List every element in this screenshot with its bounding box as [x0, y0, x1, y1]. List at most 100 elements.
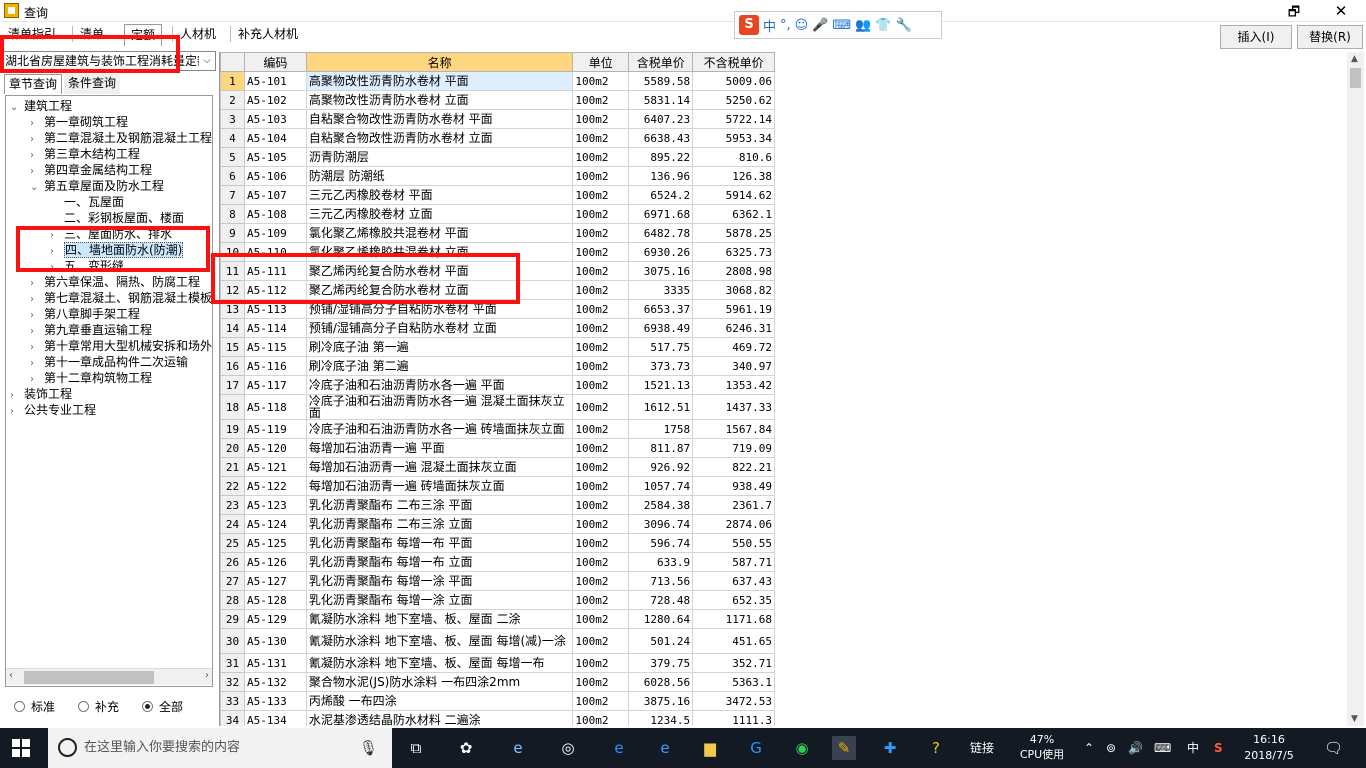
network-icon[interactable]: ⊚ [1106, 728, 1116, 768]
column-header-tax-price[interactable]: 含税单价 [628, 52, 694, 72]
tree-node[interactable]: ⌄ 第五章屋面及防水工程 [30, 178, 164, 194]
replace-button[interactable]: 替换(R) [1297, 25, 1363, 49]
tree-node[interactable]: ›第七章混凝土、钢筋混凝土模板及支架 [30, 290, 212, 306]
expand-icon[interactable]: › [10, 404, 24, 420]
chapter-tree[interactable]: ⌄ 建筑工程 › 第一章砌筑工程 › 第二章混凝土及钢筋混凝土工程 › 第三章木结构工程… [5, 95, 213, 687]
notification-icon[interactable]: 🗨 [1324, 728, 1343, 768]
cpu-meter[interactable]: 47% CPU使用 [1014, 732, 1070, 762]
swirl-app-icon[interactable]: ◎ [556, 736, 580, 760]
task-view-icon[interactable]: ⧉ [404, 736, 428, 760]
microphone-icon[interactable]: 🎙 [359, 728, 378, 768]
ime-mode[interactable]: 中 [763, 16, 776, 35]
tree-node[interactable]: › 第十二章构筑物工程 [30, 370, 152, 386]
tree-node[interactable]: › 第十一章成品构件二次运输 [30, 354, 188, 370]
table-row[interactable]: 6 A5-106 防潮层 防潮纸 100m2 136.96 126.38 [220, 166, 775, 186]
table-row[interactable]: 29 A5-129 氰凝防水涂料 地下室墙、板、屋面 二涂 100m2 1280.64 1… [220, 609, 775, 629]
emoji-icon[interactable]: ☺ [795, 18, 809, 33]
help-app-icon[interactable]: ? [924, 736, 948, 760]
table-row[interactable]: 8 A5-108 三元乙丙橡胶卷材 立面 100m2 6971.68 6362.1 [220, 204, 775, 224]
ie-browser-icon[interactable]: e [506, 736, 530, 760]
table-row[interactable]: 21 A5-121 每增加石油沥青一遍 混凝土面抹灰立面 100m2 926.92 822… [220, 457, 775, 477]
pinwheel-app-icon[interactable]: ✿ [454, 736, 478, 760]
tree-node[interactable]: 二、彩钢板屋面、楼面 [50, 210, 184, 226]
table-row[interactable]: 5 A5-105 沥青防潮层 100m2 895.22 810.6 [220, 147, 775, 167]
scroll-up-icon[interactable]: ▲ [1351, 54, 1358, 64]
tab-supplement-materials[interactable]: 补充人材机 [232, 24, 304, 46]
keyboard-icon[interactable]: ⌨ [1154, 728, 1171, 768]
edge-browser-icon[interactable]: e [607, 736, 631, 760]
table-row[interactable]: 27 A5-127 乳化沥青聚酯布 每增一涂 平面 100m2 713.56 637.43 [220, 571, 775, 591]
ie-browser-icon[interactable]: e [653, 736, 677, 760]
column-header-unit[interactable]: 单位 [572, 52, 630, 72]
tree-node[interactable]: › 第六章保温、隔热、防腐工程 [30, 274, 200, 290]
scroll-thumb[interactable] [24, 671, 154, 684]
tree-node[interactable]: › 装饰工程 [10, 386, 72, 402]
table-row[interactable]: 15 A5-115 刷冷底子油 第一遍 100m2 517.75 469.72 [220, 337, 775, 357]
table-row[interactable]: 4 A5-104 自粘聚合物改性沥青防水卷材 立面 100m2 6638.43 5953.… [220, 128, 775, 148]
table-row[interactable]: 9 A5-109 氯化聚乙烯橡胶共混卷材 平面 100m2 6482.78 5878.25 [220, 223, 775, 243]
ime-toolbar[interactable]: S 中 °, ☺ 🎤 ⌨ 👥 👕 🔧 [734, 11, 942, 39]
tree-node[interactable]: › 第一章砌筑工程 [30, 114, 128, 130]
tab-labor-materials[interactable]: 人材机 [174, 24, 222, 46]
expand-icon[interactable]: ⌄ [10, 100, 24, 116]
tab-condition-query[interactable]: 条件查询 [64, 74, 121, 94]
glodon-app-icon[interactable]: G [744, 736, 768, 760]
tree-horizontal-scrollbar[interactable]: ‹ › [6, 668, 212, 685]
table-row[interactable]: 19 A5-119 冷底子油和石油沥青防水各一遍 砖墙面抹灰立面 100m2 1758 1… [220, 419, 775, 439]
scroll-right-icon[interactable]: › [205, 670, 209, 681]
microphone-icon[interactable]: 🎤 [812, 18, 828, 33]
scroll-down-icon[interactable]: ▼ [1351, 714, 1358, 724]
tree-node[interactable]: ›第十章常用大型机械安拆和场外运输 [30, 338, 212, 354]
table-row[interactable]: 16 A5-116 刷冷底子油 第二遍 100m2 373.73 340.97 [220, 356, 775, 376]
skin-icon[interactable]: 👕 [875, 18, 891, 33]
tab-chapter-query[interactable]: 章节查询 [4, 74, 63, 94]
table-row[interactable]: 1 A5-101 高聚物改性沥青防水卷材 平面 100m2 5589.58 5009.06 [220, 71, 775, 91]
table-row[interactable]: 32 A5-132 聚合物水泥(JS)防水涂料 一布四涂2mm 100m2 6028.5… [220, 672, 775, 692]
table-row[interactable]: 7 A5-107 三元乙丙橡胶卷材 平面 100m2 6524.2 5914.62 [220, 185, 775, 205]
table-vertical-scrollbar[interactable]: ▲ ▼ [1347, 52, 1364, 726]
keyboard-icon[interactable]: ⌨ [832, 18, 851, 33]
tree-node[interactable]: › 公共专业工程 [10, 402, 96, 418]
plus-app-icon[interactable]: ✚ [878, 736, 902, 760]
tree-node[interactable]: › 第三章木结构工程 [30, 146, 140, 162]
tree-node[interactable]: › 第八章脚手架工程 [30, 306, 140, 322]
users-icon[interactable]: 👥 [855, 18, 871, 33]
sogou-tray-icon[interactable]: S [1214, 728, 1223, 768]
tree-node[interactable]: › 第四章金属结构工程 [30, 162, 152, 178]
scroll-left-icon[interactable]: ‹ [9, 670, 13, 681]
insert-button[interactable]: 插入(I) [1220, 25, 1292, 49]
clock[interactable]: 16:16 2018/7/5 [1238, 732, 1300, 764]
table-row[interactable]: 2 A5-102 高聚物改性沥青防水卷材 立面 100m2 5831.14 5250.62 [220, 90, 775, 110]
table-row[interactable]: 34 A5-134 水泥基渗透结晶防水材料 二遍涂 100m2 1234.5 1111.3 [220, 710, 775, 726]
filter-all[interactable]: 全部 [142, 698, 183, 715]
green-app-icon[interactable]: ◉ [790, 736, 814, 760]
show-hidden-icon[interactable]: ⌃ [1084, 728, 1094, 768]
table-row[interactable]: 25 A5-125 乳化沥青聚酯布 每增一布 平面 100m2 596.74 550.55 [220, 533, 775, 553]
tree-node[interactable]: ⌄ 建筑工程 [10, 98, 72, 114]
file-explorer-icon[interactable]: ▆ [698, 736, 722, 760]
table-row[interactable]: 31 A5-131 氰凝防水涂料 地下室墙、板、屋面 每增一布 100m2 379.75… [220, 653, 775, 673]
radio-checked-icon[interactable] [142, 701, 153, 712]
link-label[interactable]: 链接 [970, 728, 994, 768]
quota-table[interactable]: 编码 名称 单位 含税单价 不含税单价 1 A5-101 高聚物改性沥青防水卷材 平… [219, 52, 775, 726]
tree-node[interactable]: › 第二章混凝土及钢筋混凝土工程 [30, 130, 212, 146]
restore-icon[interactable]: 🗗 [1283, 3, 1305, 20]
chevron-down-icon[interactable]: ⌵ [199, 52, 215, 70]
column-header-code[interactable]: 编码 [243, 52, 307, 72]
filter-standard[interactable]: 标准 [14, 698, 55, 715]
radio-icon[interactable] [14, 701, 25, 712]
table-row[interactable]: 33 A5-133 丙烯酸 一布四涂 100m2 3875.16 3472.53 [220, 691, 775, 711]
table-row[interactable]: 3 A5-103 自粘聚合物改性沥青防水卷材 平面 100m2 6407.23 5722.… [220, 109, 775, 129]
wrench-icon[interactable]: 🔧 [896, 18, 912, 33]
windows-start-icon[interactable] [12, 739, 30, 757]
quota-app-icon[interactable]: ✎ [832, 736, 856, 760]
radio-icon[interactable] [78, 701, 89, 712]
table-row[interactable]: 26 A5-126 乳化沥青聚酯布 每增一布 立面 100m2 633.9 587.71 [220, 552, 775, 572]
volume-icon[interactable]: 🔊 [1128, 728, 1143, 768]
taskbar-search-input[interactable]: 在这里输入你要搜索的内容 🎙 [48, 728, 392, 768]
table-row[interactable]: 17 A5-117 冷底子油和石油沥青防水各一遍 平面 100m2 1521.13 135… [220, 375, 775, 395]
scroll-thumb[interactable] [1350, 68, 1361, 88]
table-row[interactable]: 22 A5-122 每增加石油沥青一遍 砖墙面抹灰立面 100m2 1057.74 938… [220, 476, 775, 496]
table-row[interactable]: 30 A5-130 氰凝防水涂料 地下室墙、板、屋面 每增(减)一涂 100m2 501… [220, 628, 775, 654]
input-language[interactable]: 中 [1187, 728, 1199, 768]
